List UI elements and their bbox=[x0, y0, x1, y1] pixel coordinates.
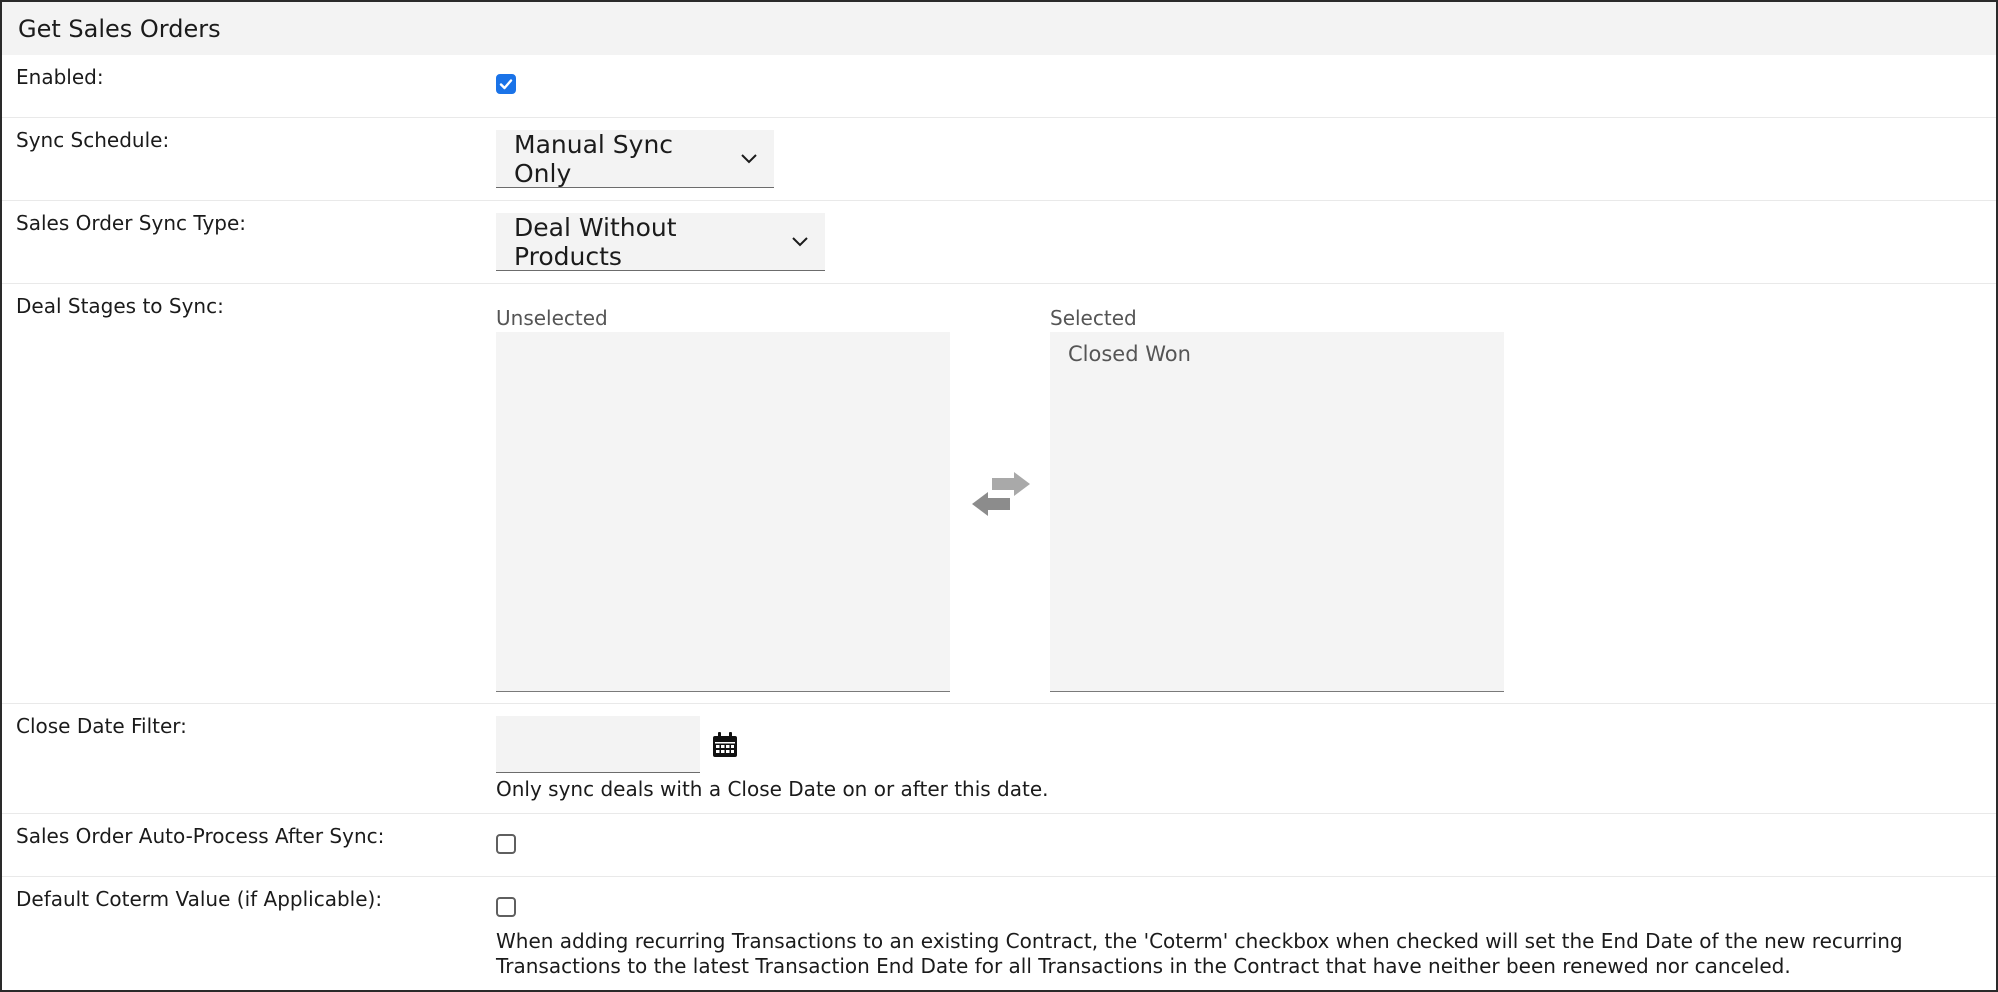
row-auto-process: Sales Order Auto-Process After Sync: bbox=[2, 814, 1996, 877]
row-sync-type: Sales Order Sync Type: Deal Without Prod… bbox=[2, 201, 1996, 284]
unselected-label: Unselected bbox=[496, 306, 608, 330]
unselected-listbox[interactable] bbox=[496, 332, 950, 692]
enabled-label: Enabled: bbox=[16, 65, 104, 89]
coterm-hint-line1: When adding recurring Transactions to an… bbox=[496, 929, 1903, 953]
coterm-hint-line2: Transactions to the latest Transaction E… bbox=[496, 954, 1791, 978]
sync-type-select[interactable]: Deal Without Products bbox=[496, 213, 825, 271]
auto-process-label: Sales Order Auto-Process After Sync: bbox=[16, 824, 385, 848]
chevron-down-icon bbox=[740, 153, 758, 165]
selected-listbox[interactable]: Closed Won bbox=[1050, 332, 1504, 692]
selected-label: Selected bbox=[1050, 306, 1137, 330]
coterm-checkbox[interactable] bbox=[496, 897, 516, 917]
checkmark-icon bbox=[499, 79, 513, 90]
row-enabled: Enabled: bbox=[2, 55, 1996, 118]
auto-process-checkbox[interactable] bbox=[496, 834, 516, 854]
deal-stages-label: Deal Stages to Sync: bbox=[16, 294, 224, 318]
settings-panel: Get Sales Orders Enabled: Sync Schedule:… bbox=[0, 0, 1998, 992]
swap-arrows-icon[interactable] bbox=[966, 470, 1036, 520]
sync-schedule-select[interactable]: Manual Sync Only bbox=[496, 130, 774, 188]
section-title: Get Sales Orders bbox=[18, 14, 221, 43]
row-coterm: Default Coterm Value (if Applicable): Wh… bbox=[2, 877, 1996, 990]
sync-type-label: Sales Order Sync Type: bbox=[16, 211, 247, 235]
close-date-hint: Only sync deals with a Close Date on or … bbox=[496, 777, 1049, 801]
row-sync-schedule: Sync Schedule: Manual Sync Only bbox=[2, 118, 1996, 201]
coterm-label: Default Coterm Value (if Applicable): bbox=[16, 887, 383, 911]
chevron-down-icon bbox=[791, 236, 809, 248]
sync-schedule-value: Manual Sync Only bbox=[514, 129, 674, 188]
row-close-date: Close Date Filter: Only sync deals with … bbox=[2, 704, 1996, 814]
calendar-icon[interactable] bbox=[711, 731, 739, 759]
sync-type-value: Deal Without Products bbox=[514, 212, 677, 271]
enabled-checkbox[interactable] bbox=[496, 74, 516, 94]
close-date-label: Close Date Filter: bbox=[16, 714, 187, 738]
close-date-input[interactable] bbox=[496, 716, 700, 773]
sync-schedule-label: Sync Schedule: bbox=[16, 128, 170, 152]
section-header: Get Sales Orders bbox=[2, 2, 1996, 55]
list-item[interactable]: Closed Won bbox=[1050, 332, 1504, 376]
row-deal-stages: Deal Stages to Sync: Unselected Selected… bbox=[2, 284, 1996, 704]
